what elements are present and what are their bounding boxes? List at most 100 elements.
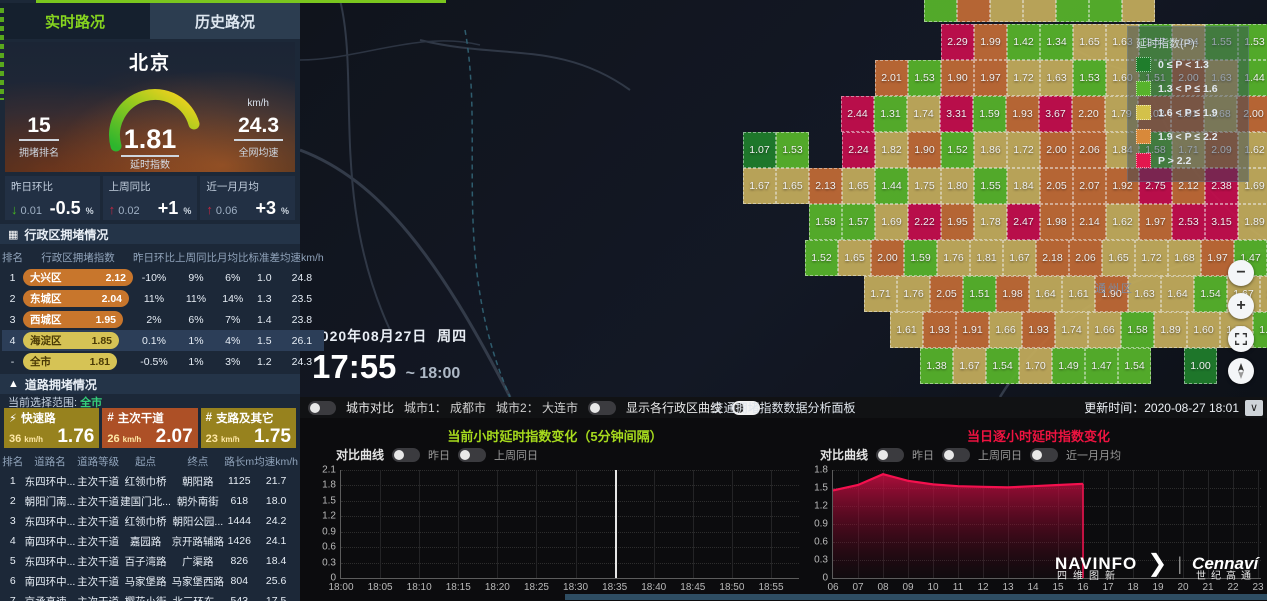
heatmap-cell: 1.66 (1088, 312, 1121, 348)
x-axis-tick: 18:50 (719, 582, 744, 593)
heatmap-cell: 1.59 (973, 96, 1006, 132)
legend-item: 1.6 < P ≤ 1.9 (1136, 105, 1240, 120)
zoom-out-button[interactable]: − (1228, 260, 1254, 286)
toggle-on-pill[interactable] (732, 401, 760, 415)
city1-value[interactable]: 城市1： 成都市 (404, 399, 486, 416)
heatmap-cell: 2.07 (1073, 168, 1106, 204)
compare-toggle-label: 上周同日 (978, 447, 1022, 463)
x-axis-tick: 11 (953, 582, 963, 593)
x-axis-tick: 13 (1002, 582, 1013, 593)
heatmap-cell (990, 0, 1023, 22)
heatmap-cell: 1.97 (1139, 204, 1172, 240)
road-row[interactable]: 5东四环中...主次干道百子湾路广渠路82618.4 (2, 551, 298, 571)
heatmap-cell: 1.67 (1003, 240, 1036, 276)
arrow-up-icon: ↑ (109, 202, 116, 217)
road-row[interactable]: 2朝阳门南...主次干道建国门北...朝外南街61818.0 (2, 491, 298, 511)
heatmap-cell: 3.67 (1039, 96, 1072, 132)
road-class-card[interactable]: #主次干道 26 km/h2.07 (102, 408, 197, 448)
compare-toggle-label: 上周同日 (494, 447, 538, 463)
road-row[interactable]: 6南四环中...主次干道马家堡路马家堡西路80425.6 (2, 571, 298, 591)
district-row[interactable]: 1 大兴区2.12 -10%9%6% 1.024.8 (2, 267, 324, 288)
city2-value[interactable]: 城市2： 大连市 (496, 399, 578, 416)
x-axis-tick: 18:55 (758, 582, 783, 593)
heatmap-cell: 2.14 (1073, 204, 1106, 240)
compare-toggle[interactable] (458, 448, 486, 462)
road-class-card[interactable]: ⚡快速路 36 km/h1.76 (4, 408, 99, 448)
heatmap-cell: 1.93 (1006, 96, 1039, 132)
compare-toggle[interactable] (392, 448, 420, 462)
district-row[interactable]: 4 海淀区1.85 0.1%1%4% 1.526.1 (2, 330, 324, 351)
heatmap-cell: 1.54 (986, 348, 1019, 384)
district-section-header: ▦ 行政区拥堵情况 (0, 224, 300, 244)
district-row[interactable]: 2 东城区2.04 11%11%14% 1.323.5 (2, 288, 324, 309)
heatmap-cell (957, 0, 990, 22)
zoom-in-button[interactable]: + (1228, 293, 1254, 319)
bottom-scrollbar[interactable] (565, 594, 1267, 600)
compare-toggle[interactable] (1030, 448, 1058, 462)
traffic-heatmap-map[interactable]: 2.291.991.421.341.651.631.571.641.551.53… (300, 0, 1267, 397)
chevron-down-icon[interactable]: ∨ (1245, 400, 1263, 416)
heatmap-cell: 2.20 (1072, 96, 1105, 132)
compass-button[interactable] (1228, 358, 1254, 384)
y-axis-tick: 0.9 (322, 526, 336, 537)
heatmap-cell: 1.98 (1040, 204, 1073, 240)
y-axis-tick: 1.2 (322, 511, 336, 522)
heatmap-cell: 1.53 (1073, 60, 1106, 96)
heatmap-cell: 2.06 (1073, 132, 1106, 168)
x-axis-tick: 19 (1152, 582, 1163, 593)
district-row[interactable]: - 全市1.81 -0.5%1%3% 1.224.3 (2, 351, 324, 372)
heatmap-cell: 1.65 (1073, 24, 1106, 60)
road-class-card[interactable]: #支路及其它 23 km/h1.75 (201, 408, 296, 448)
heatmap-cell: 1.00 (1184, 348, 1217, 384)
road-section-header: ▲ 道路拥堵情况 (0, 374, 300, 394)
delay-index-value: 1.81 (90, 124, 210, 155)
compare-toggle-label: 近一月月均 (1066, 447, 1121, 463)
tab-history-traffic[interactable]: 历史路况 (150, 3, 300, 39)
heatmap-cell: 1.93 (923, 312, 956, 348)
x-axis-tick: 18:00 (328, 582, 353, 593)
heatmap-cell: 1.67 (743, 168, 776, 204)
road-row[interactable]: 1东四环中...主次干道红领巾桥朝阳路112521.7 (2, 471, 298, 491)
y-axis-tick: 2.1 (322, 465, 336, 476)
right-chart-title: 当日逐小时延时指数变化 (810, 426, 1267, 445)
grid-icon: ▦ (8, 228, 18, 241)
heatmap-cell: 1.78 (974, 204, 1007, 240)
vendor-logos: NAVINFO 四维图新 ❯ | Cennaví 世纪高通 (1055, 552, 1258, 576)
heatmap-cell: 1.34 (1040, 24, 1073, 60)
bottom-toolbar: 城市对比 城市1： 成都市 城市2： 大连市 显示各行政区曲线 交通拥堵指数数据… (300, 397, 1267, 418)
crosshair-line (615, 470, 617, 578)
road-row[interactable]: 3东四环中...主次干道红领巾桥朝阳公园...144424.2 (2, 511, 298, 531)
x-axis-tick: 08 (877, 582, 888, 593)
heatmap-cell: 1.61 (1062, 276, 1095, 312)
heatmap-cell: 1.49 (1052, 348, 1085, 384)
heatmap-cell: 3.15 (1205, 204, 1238, 240)
heatmap-cell: 1.82 (875, 132, 908, 168)
fullscreen-button[interactable] (1228, 326, 1254, 352)
x-axis-tick: 18:30 (563, 582, 588, 593)
compare-toggle[interactable] (942, 448, 970, 462)
city-compare-toggle[interactable] (308, 401, 336, 415)
district-row[interactable]: 3 西城区1.95 2%6%7% 1.423.8 (2, 309, 324, 330)
road-row[interactable]: 7京承高速...主次干道樱花小街北三环东...54317.5 (2, 591, 298, 601)
compare-toggle[interactable] (876, 448, 904, 462)
heatmap-cell: 1.51 (963, 276, 996, 312)
heatmap-cell: 1.89 (1238, 204, 1267, 240)
heatmap-cell: 2.06 (1069, 240, 1102, 276)
legend-swatch (1136, 81, 1151, 96)
heatmap-cell: 1.80 (941, 168, 974, 204)
heatmap-cell: 1.54 (1118, 348, 1151, 384)
x-axis-tick: 23 (1252, 582, 1263, 593)
cennavi-logo: Cennaví 世纪高通 (1192, 554, 1258, 574)
heatmap-cell: 1.60 (1187, 312, 1220, 348)
heatmap-cell: 1.72 (1007, 132, 1040, 168)
y-axis-tick: 0.9 (814, 519, 828, 530)
heatmap-cell (1122, 0, 1155, 22)
compare-toggle-label: 昨日 (428, 447, 450, 463)
show-district-curves-toggle[interactable] (588, 401, 616, 415)
legend-title: 延时指数(P): (1136, 35, 1240, 51)
road-row[interactable]: 4南四环中...主次干道嘉园路京开路辅路142624.1 (2, 531, 298, 551)
heatmap-cell: 2.01 (875, 60, 908, 96)
arrow-up-icon: ↑ (206, 202, 213, 217)
heatmap-cell: 1.65 (776, 168, 809, 204)
tab-realtime-traffic[interactable]: 实时路况 (0, 3, 150, 39)
